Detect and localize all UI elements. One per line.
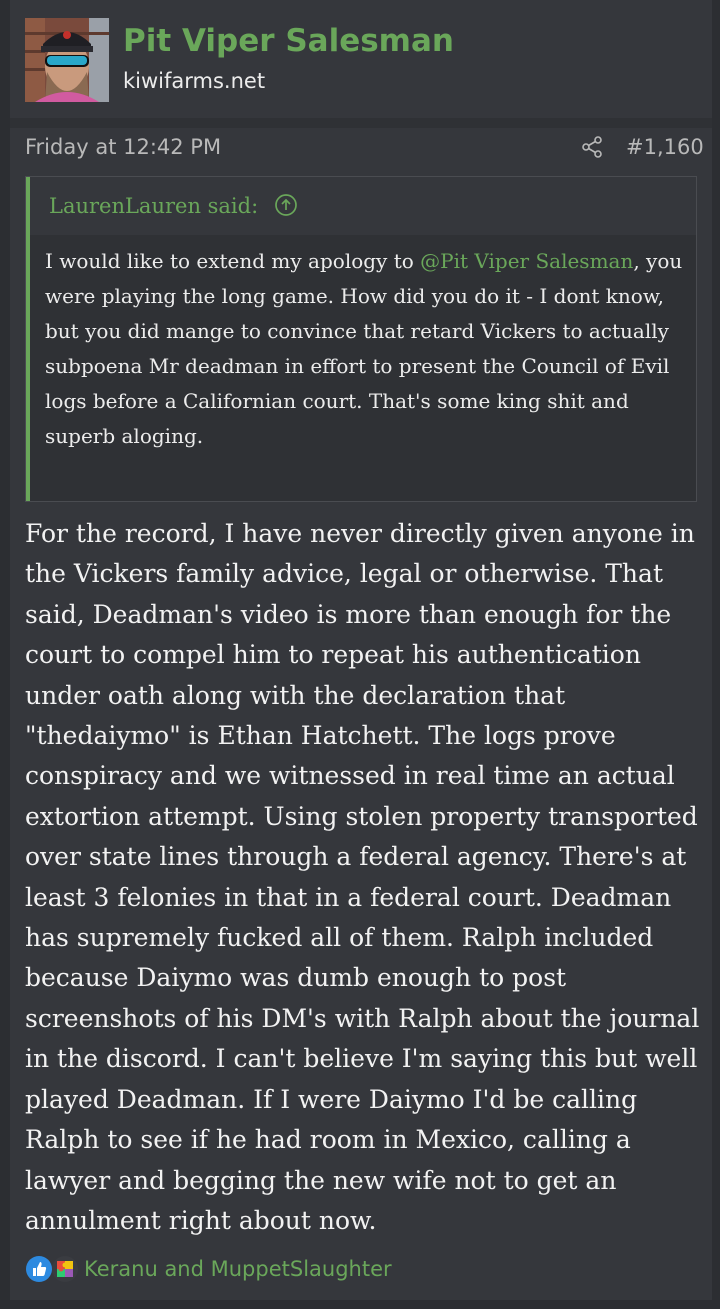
like-icon[interactable] bbox=[25, 1255, 53, 1283]
quote-text: I would like to extend my apology to @Pi… bbox=[45, 244, 685, 454]
user-avatar[interactable] bbox=[25, 18, 109, 102]
arrow-up-circle-icon[interactable] bbox=[274, 193, 298, 217]
puzzle-icon[interactable] bbox=[51, 1255, 79, 1283]
post-date[interactable]: Friday at 12:42 PM bbox=[25, 133, 221, 161]
user-mention-link[interactable]: @Pit Viper Salesman bbox=[420, 249, 633, 273]
quote-text-after: , you were playing the long game. How di… bbox=[45, 249, 683, 448]
author-title: kiwifarms.net bbox=[123, 69, 266, 93]
quote-block: LaurenLauren said: I would like to exten… bbox=[25, 176, 697, 502]
avatar-image bbox=[25, 18, 109, 102]
quote-text-before: I would like to extend my apology to bbox=[45, 249, 421, 273]
author-name[interactable]: Pit Viper Salesman bbox=[123, 22, 454, 60]
share-icon[interactable] bbox=[580, 135, 604, 159]
quote-author-link[interactable]: LaurenLauren said: bbox=[49, 192, 258, 220]
reaction-users-link[interactable]: Keranu and MuppetSlaughter bbox=[84, 1254, 392, 1284]
post-number[interactable]: #1,160 bbox=[626, 133, 704, 161]
header-divider bbox=[10, 118, 712, 128]
quote-header: LaurenLauren said: bbox=[30, 177, 696, 235]
post-message-body: For the record, I have never directly gi… bbox=[25, 519, 700, 1235]
